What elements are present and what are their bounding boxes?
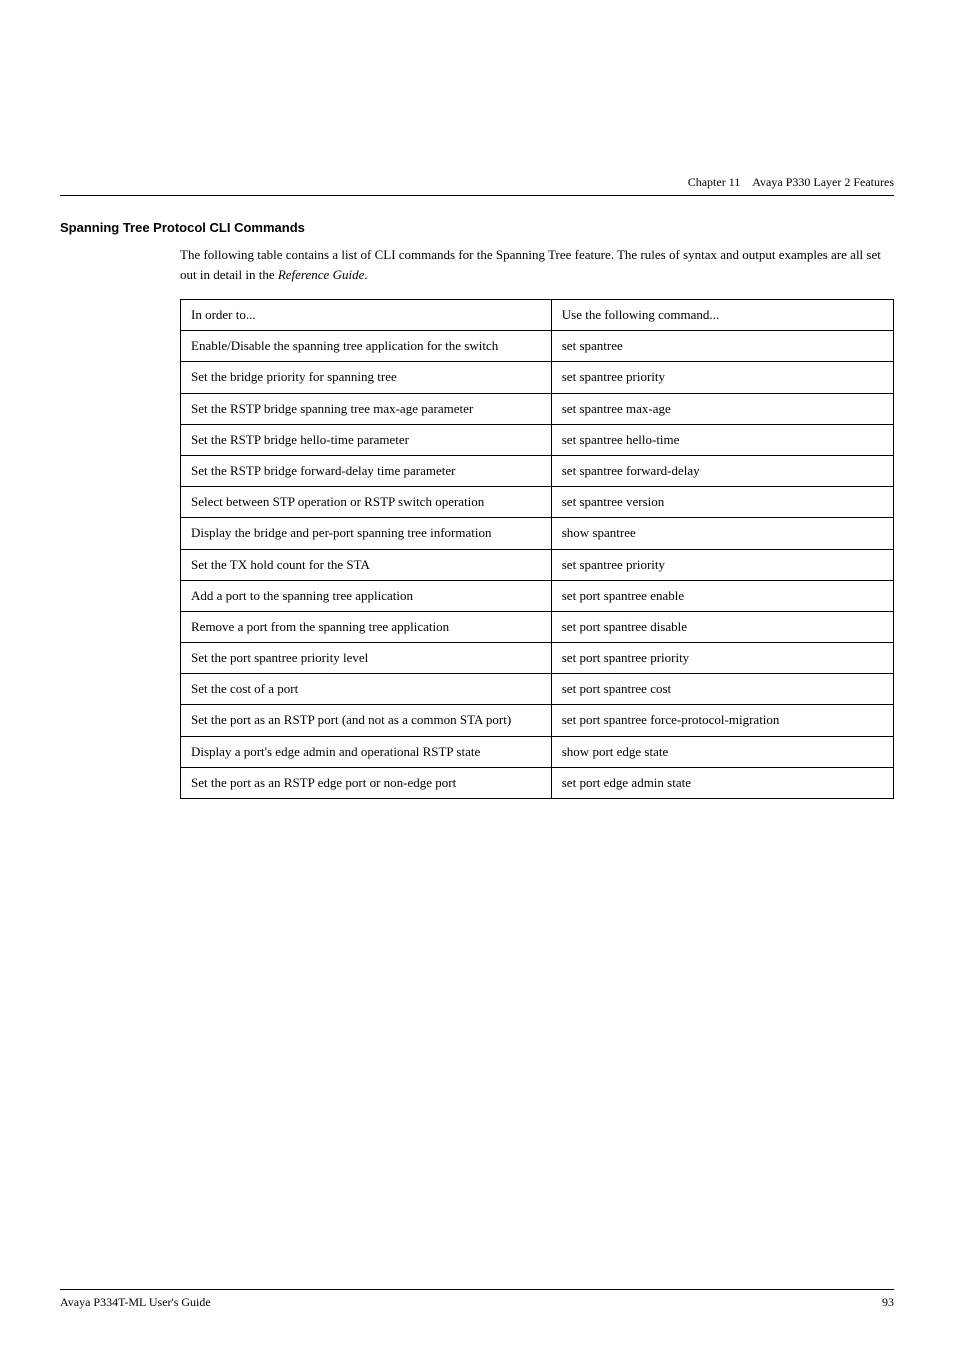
chapter-label: Chapter 11 xyxy=(688,175,741,189)
footer-rule xyxy=(60,1289,894,1290)
table-row: Display a port's edge admin and operatio… xyxy=(181,736,894,767)
section-title: Spanning Tree Protocol CLI Commands xyxy=(60,220,894,235)
table-cell-command: set port spantree enable xyxy=(551,580,893,611)
intro-paragraph: The following table contains a list of C… xyxy=(180,245,894,284)
table-cell-command: show spantree xyxy=(551,518,893,549)
table-cell-command: set port spantree cost xyxy=(551,674,893,705)
table-row: Set the port as an RSTP edge port or non… xyxy=(181,767,894,798)
table-cell-description: Display a port's edge admin and operatio… xyxy=(181,736,552,767)
table-row: Set the cost of a portset port spantree … xyxy=(181,674,894,705)
table-cell-description: Enable/Disable the spanning tree applica… xyxy=(181,331,552,362)
table-cell-description: Set the bridge priority for spanning tre… xyxy=(181,362,552,393)
table-row: Set the bridge priority for spanning tre… xyxy=(181,362,894,393)
table-cell-description: Set the RSTP bridge forward-delay time p… xyxy=(181,455,552,486)
cli-table-wrapper: In order to... Use the following command… xyxy=(180,299,894,799)
page: Chapter 11 Avaya P330 Layer 2 Features S… xyxy=(0,0,954,1350)
table-row: Set the port spantree priority levelset … xyxy=(181,643,894,674)
table-row: Set the TX hold count for the STAset spa… xyxy=(181,549,894,580)
content-area: Spanning Tree Protocol CLI Commands The … xyxy=(60,220,894,799)
table-row: Remove a port from the spanning tree app… xyxy=(181,611,894,642)
table-cell-command: set spantree priority xyxy=(551,362,893,393)
col1-header: In order to... xyxy=(181,300,552,331)
table-cell-command: set port edge admin state xyxy=(551,767,893,798)
table-row: Set the RSTP bridge forward-delay time p… xyxy=(181,455,894,486)
table-cell-command: set port spantree disable xyxy=(551,611,893,642)
table-row: Display the bridge and per-port spanning… xyxy=(181,518,894,549)
table-row: Enable/Disable the spanning tree applica… xyxy=(181,331,894,362)
table-cell-description: Set the RSTP bridge hello-time parameter xyxy=(181,424,552,455)
intro-end: . xyxy=(364,267,367,282)
table-cell-description: Display the bridge and per-port spanning… xyxy=(181,518,552,549)
table-row: Set the port as an RSTP port (and not as… xyxy=(181,705,894,736)
table-cell-description: Set the TX hold count for the STA xyxy=(181,549,552,580)
table-cell-description: Select between STP operation or RSTP swi… xyxy=(181,487,552,518)
cli-commands-table: In order to... Use the following command… xyxy=(180,299,894,799)
footer-left-text: Avaya P334T-ML User's Guide xyxy=(60,1295,211,1310)
table-cell-description: Set the port spantree priority level xyxy=(181,643,552,674)
footer-page-number: 93 xyxy=(882,1295,894,1310)
table-cell-command: set port spantree force-protocol-migrati… xyxy=(551,705,893,736)
table-cell-description: Set the port as an RSTP edge port or non… xyxy=(181,767,552,798)
table-header-row: In order to... Use the following command… xyxy=(181,300,894,331)
table-cell-description: Set the RSTP bridge spanning tree max-ag… xyxy=(181,393,552,424)
chapter-title: Avaya P330 Layer 2 Features xyxy=(752,175,894,189)
table-row: Set the RSTP bridge hello-time parameter… xyxy=(181,424,894,455)
intro-italic: Reference Guide xyxy=(278,267,365,282)
table-cell-command: set spantree priority xyxy=(551,549,893,580)
col2-header: Use the following command... xyxy=(551,300,893,331)
header-rule xyxy=(60,195,894,196)
table-cell-command: set spantree forward-delay xyxy=(551,455,893,486)
table-row: Select between STP operation or RSTP swi… xyxy=(181,487,894,518)
table-cell-command: set port spantree priority xyxy=(551,643,893,674)
table-cell-command: set spantree xyxy=(551,331,893,362)
table-cell-command: set spantree version xyxy=(551,487,893,518)
table-row: Set the RSTP bridge spanning tree max-ag… xyxy=(181,393,894,424)
table-cell-description: Set the port as an RSTP port (and not as… xyxy=(181,705,552,736)
table-cell-description: Remove a port from the spanning tree app… xyxy=(181,611,552,642)
table-cell-command: show port edge state xyxy=(551,736,893,767)
table-row: Add a port to the spanning tree applicat… xyxy=(181,580,894,611)
table-cell-description: Set the cost of a port xyxy=(181,674,552,705)
table-cell-description: Add a port to the spanning tree applicat… xyxy=(181,580,552,611)
table-cell-command: set spantree hello-time xyxy=(551,424,893,455)
table-cell-command: set spantree max-age xyxy=(551,393,893,424)
header-text: Chapter 11 Avaya P330 Layer 2 Features xyxy=(688,175,894,190)
